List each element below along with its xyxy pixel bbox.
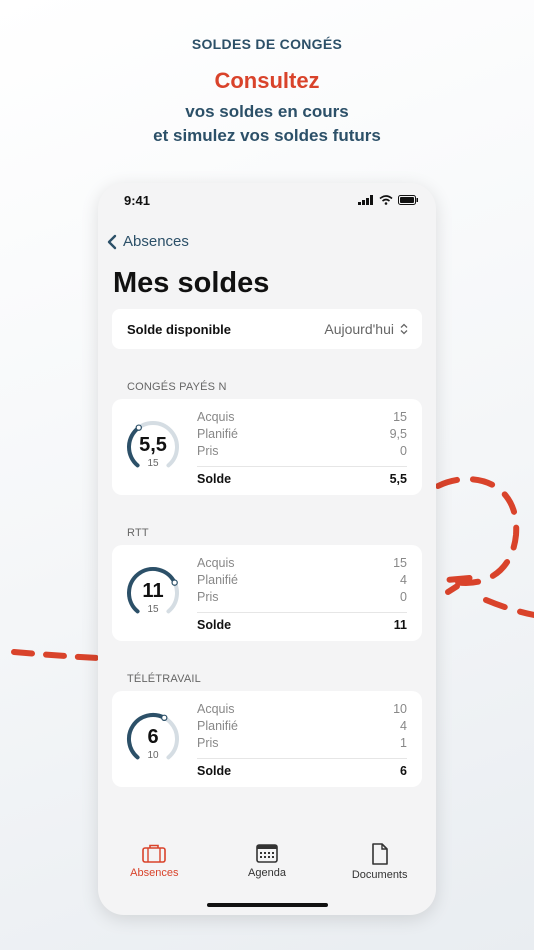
tab-label: Agenda [248, 867, 286, 879]
row-acquis: Acquis 10 [197, 701, 407, 718]
gauge-value: 11 [142, 580, 164, 602]
gauge-value: 6 [147, 726, 159, 748]
row-acquis: Acquis 15 [197, 409, 407, 426]
chevron-left-icon [107, 234, 117, 249]
tab-bar: Absences Agenda Documents [98, 843, 436, 893]
row-solde: Solde 11 [197, 612, 407, 634]
wifi-icon [379, 195, 393, 205]
row-label: Solde [197, 764, 232, 778]
balance-card-teletravail[interactable]: 6 10 Acquis 10 Planifié 4 Pris 1 Solde 6 [112, 691, 422, 787]
row-label: Acquis [197, 702, 235, 716]
back-button[interactable]: Absences [107, 233, 189, 250]
page-title: Mes soldes [113, 267, 270, 299]
row-pris: Pris 0 [197, 589, 407, 606]
row-label: Acquis [197, 410, 235, 424]
row-value: 15 [393, 410, 407, 424]
row-pris: Pris 1 [197, 735, 407, 752]
selector-label: Solde disponible [127, 321, 232, 337]
row-solde: Solde 6 [197, 758, 407, 780]
row-planifie: Planifié 4 [197, 718, 407, 735]
tab-label: Absences [130, 867, 179, 879]
tab-absences[interactable]: Absences [98, 843, 211, 893]
row-label: Pris [197, 590, 219, 604]
calendar-icon [256, 844, 278, 863]
balance-date-selector[interactable]: Solde disponible Aujourd'hui [112, 309, 422, 349]
row-label: Pris [197, 444, 219, 458]
gauge-value: 5,5 [139, 434, 167, 456]
row-value: 5,5 [389, 472, 407, 486]
row-value: 4 [400, 719, 407, 733]
gauge-total: 15 [147, 604, 159, 615]
gauge-total: 10 [147, 750, 159, 761]
home-indicator [207, 903, 328, 907]
row-value: 1 [400, 736, 407, 750]
row-acquis: Acquis 15 [197, 555, 407, 572]
chevron-updown-icon [400, 323, 408, 335]
row-value: 0 [400, 444, 407, 458]
tab-agenda[interactable]: Agenda [211, 843, 324, 893]
tab-documents[interactable]: Documents [323, 843, 436, 893]
row-label: Pris [197, 736, 219, 750]
gauge-total: 15 [147, 458, 159, 469]
row-label: Planifié [197, 573, 238, 587]
row-value: 9,5 [389, 427, 407, 441]
back-label: Absences [123, 233, 189, 250]
status-time: 9:41 [124, 193, 151, 208]
row-label: Solde [197, 472, 232, 486]
balance-card-conges[interactable]: 5,5 15 Acquis 15 Planifié 9,5 Pris 0 Solde 5… [112, 399, 422, 495]
status-icons [358, 195, 418, 205]
row-value: 4 [400, 573, 407, 587]
document-icon [371, 843, 388, 865]
selector-value: Aujourd'hui [324, 321, 394, 337]
row-label: Planifié [197, 719, 238, 733]
section-label-conges: CONGÉS PAYÉS N [127, 381, 227, 393]
signal-icon [358, 195, 373, 205]
battery-icon [398, 195, 418, 205]
row-pris: Pris 0 [197, 443, 407, 460]
gauge-knob [135, 424, 142, 431]
balance-card-rtt[interactable]: 11 15 Acquis 15 Planifié 4 Pris 0 Solde 11 [112, 545, 422, 641]
row-value: 6 [400, 764, 407, 778]
briefcase-icon [142, 844, 167, 863]
section-label-rtt: RTT [127, 527, 149, 539]
tab-label: Documents [351, 869, 408, 881]
row-value: 10 [393, 702, 407, 716]
row-solde: Solde 5,5 [197, 466, 407, 488]
row-planifie: Planifié 4 [197, 572, 407, 589]
row-label: Solde [197, 618, 232, 632]
gauge-knob [161, 714, 168, 722]
row-value: 11 [393, 618, 407, 632]
row-label: Acquis [197, 556, 235, 570]
phone-screen: 9:41 Absences Mes soldes Solde disponibl… [98, 183, 436, 915]
row-planifie: Planifié 9,5 [197, 426, 407, 443]
row-value: 15 [393, 556, 407, 570]
row-label: Planifié [197, 427, 238, 441]
row-value: 0 [400, 590, 407, 604]
section-label-teletravail: TÉLÉTRAVAIL [127, 673, 201, 685]
